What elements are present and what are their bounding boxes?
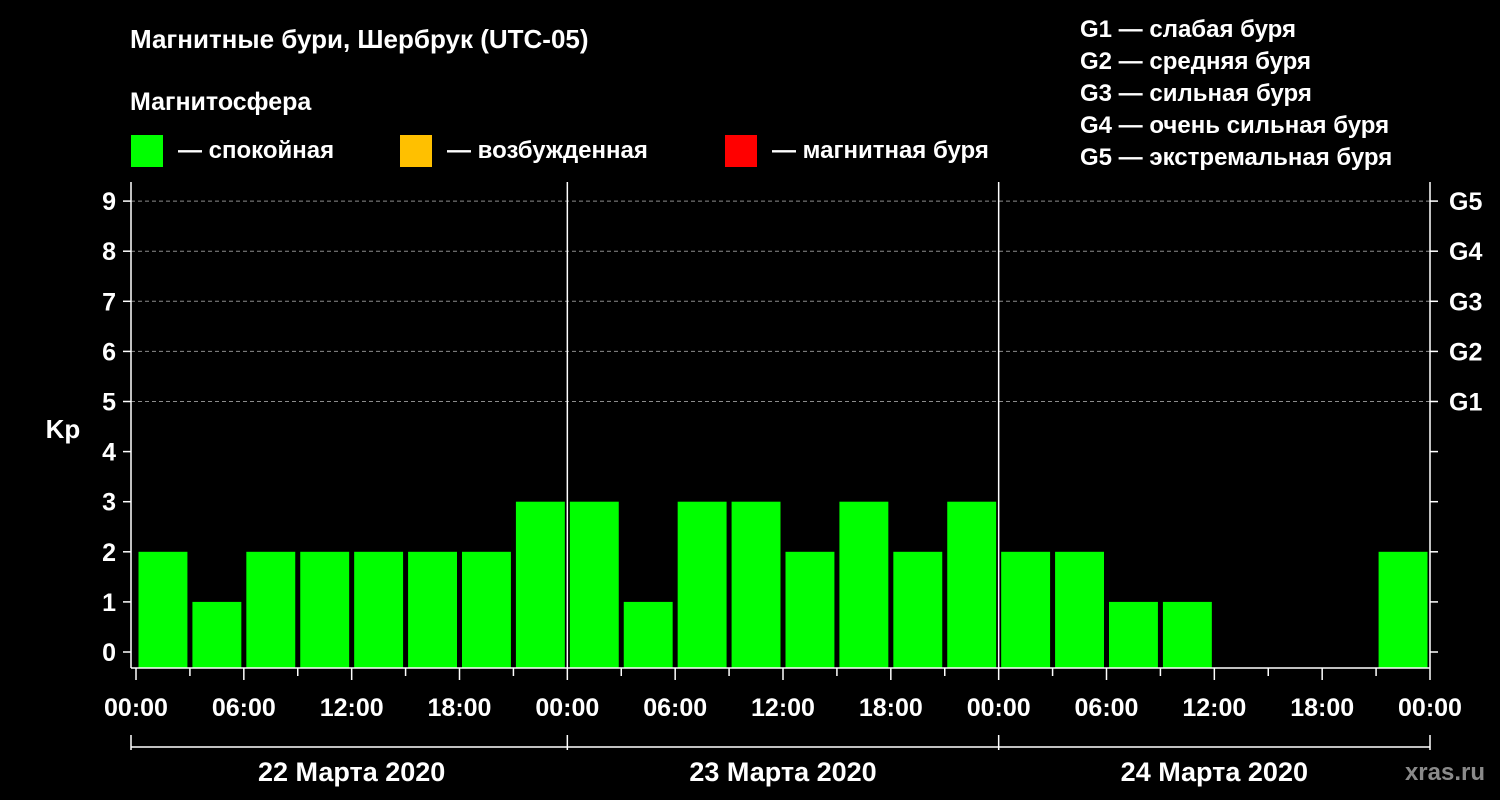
- x-tick-label: 12:00: [1182, 694, 1246, 722]
- x-tick-label: 00:00: [104, 694, 168, 722]
- kp-bar-19: [1162, 601, 1212, 668]
- kp-bar-14: [893, 551, 943, 668]
- y-tick-label: 8: [102, 238, 116, 266]
- g-scale-label: G5: [1449, 188, 1482, 216]
- magnetosphere-legend: — спокойная — возбужденная — магнитная б…: [131, 135, 989, 167]
- x-tick-label: 06:00: [643, 694, 707, 722]
- storm-scale-list: G1 — слабая буря G2 — средняя буря G3 — …: [1080, 16, 1392, 171]
- kp-bar-9: [623, 601, 673, 668]
- kp-bar-4: [354, 551, 404, 668]
- kp-bar-10: [677, 501, 727, 668]
- legend-heading: Магнитосфера: [130, 88, 312, 116]
- legend-swatch-active: [400, 135, 432, 167]
- x-tick-label: 12:00: [751, 694, 815, 722]
- storm-scale-g4: G4 — очень сильная буря: [1080, 112, 1389, 139]
- day-label: 23 Марта 2020: [689, 757, 876, 787]
- kp-bar-0: [138, 551, 188, 668]
- y-tick-label: 3: [102, 489, 116, 517]
- x-tick-label: 18:00: [428, 694, 492, 722]
- kp-bar-13: [839, 501, 889, 668]
- storm-scale-g5: G5 — экстремальная буря: [1080, 144, 1392, 171]
- kp-bar-6: [462, 551, 511, 668]
- x-tick-label: 06:00: [212, 694, 276, 722]
- kp-bar-23: [1378, 551, 1428, 668]
- x-tick-label: 00:00: [535, 694, 599, 722]
- x-axis: 00:00 06:00 12:00 18:00 00:00 06:00 12:00 18:00…: [104, 668, 1462, 722]
- kp-bar-11: [731, 501, 781, 668]
- kp-bar-8: [569, 501, 619, 668]
- g-scale-label: G2: [1449, 338, 1482, 366]
- grid-lines: [131, 200, 1430, 402]
- x-tick-label: 18:00: [1290, 694, 1354, 722]
- y-tick-label: 0: [102, 639, 116, 667]
- chart-title: Магнитные бури, Шербрук (UTC-05): [130, 24, 589, 54]
- kp-chart: Магнитные бури, Шербрук (UTC-05) Магнито…: [46, 16, 1485, 787]
- g-scale-label: G4: [1449, 238, 1482, 266]
- kp-bar-12: [785, 551, 835, 668]
- kp-bar-7: [515, 501, 565, 668]
- storm-scale-g2: G2 — средняя буря: [1080, 48, 1311, 75]
- g-scale-label: G1: [1449, 389, 1482, 417]
- kp-bar-18: [1109, 601, 1158, 668]
- y-tick-label: 7: [102, 288, 116, 316]
- legend-label-active: — возбужденная: [447, 137, 648, 164]
- x-tick-label: 00:00: [1398, 694, 1462, 722]
- bars: [138, 501, 1428, 668]
- storm-scale-g1: G1 — слабая буря: [1080, 16, 1296, 43]
- legend-label-storm: — магнитная буря: [772, 137, 989, 164]
- x-tick-label: 18:00: [859, 694, 923, 722]
- y-tick-label: 1: [102, 589, 116, 617]
- kp-bar-16: [1001, 551, 1051, 668]
- legend-label-quiet: — спокойная: [178, 137, 334, 164]
- kp-bar-1: [192, 601, 242, 668]
- y-axis: 0 1 2 3 4 5 6 7 8 9: [102, 188, 131, 667]
- x-tick-label: 12:00: [320, 694, 384, 722]
- y-tick-label: 2: [102, 539, 116, 567]
- x-tick-label: 06:00: [1075, 694, 1139, 722]
- kp-bar-2: [246, 551, 296, 668]
- legend-swatch-quiet: [131, 135, 163, 167]
- g-scale-axis: G1 G2 G3 G4 G5: [1430, 188, 1482, 653]
- x-tick-label: 00:00: [967, 694, 1031, 722]
- kp-bar-5: [408, 551, 457, 668]
- kp-bar-15: [947, 501, 997, 668]
- watermark: xras.ru: [1405, 759, 1485, 786]
- y-tick-label: 5: [102, 389, 116, 417]
- day-labels: 22 Марта 2020 23 Марта 2020 24 Марта 2020: [130, 735, 1431, 787]
- y-tick-label: 9: [102, 188, 116, 216]
- g-scale-label: G3: [1449, 288, 1482, 316]
- storm-scale-g3: G3 — сильная буря: [1080, 80, 1312, 107]
- y-tick-label: 6: [102, 338, 116, 366]
- y-axis-label: Kp: [46, 414, 81, 444]
- y-tick-label: 4: [102, 439, 116, 467]
- day-label: 24 Марта 2020: [1121, 757, 1308, 787]
- day-label: 22 Марта 2020: [258, 757, 445, 787]
- kp-bar-17: [1055, 551, 1104, 668]
- legend-swatch-storm: [725, 135, 757, 167]
- kp-bar-3: [300, 551, 350, 668]
